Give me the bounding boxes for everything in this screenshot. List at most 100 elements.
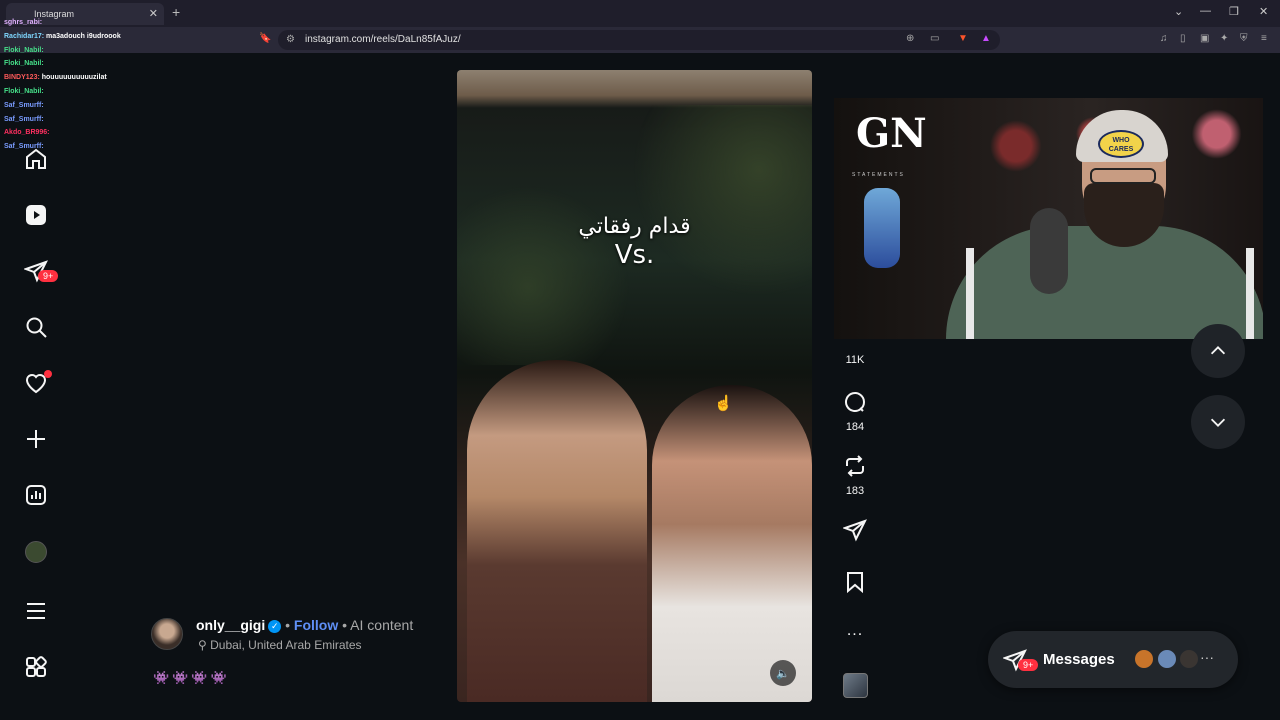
zoom-icon[interactable]: ⊕ [906,33,914,44]
mute-button[interactable]: 🔈 [770,660,796,686]
chat-line: Floki_Nabil: [4,57,144,71]
stream-chat-overlay: sghrs_rabi: Rachidar17: ma3adouch i9udro… [4,16,144,154]
blue-figurine [864,188,900,268]
chat-username: sghrs_rabi: [4,19,43,26]
separator: • [338,617,351,633]
video-person-right [652,385,812,702]
share-icon [842,519,867,542]
author-line: only__gigi ✓ • Follow • AI content [196,617,413,633]
gn-logo-subtitle: STATEMENTS [852,172,905,178]
like-count: 11K [845,354,865,366]
tab-close-icon[interactable]: ✕ [149,7,158,20]
messages-badge: 9+ [38,270,59,282]
video-caption-vs: Vs. [614,240,655,270]
chat-username: Saf_Smurff: [4,115,44,123]
url-field[interactable]: ⚙ instagram.com/reels/DaLn85fAJuz/ ⊕ ▭ ▼… [278,30,1000,50]
search-icon[interactable] [22,313,50,341]
author-name[interactable]: only__gigi [196,617,265,633]
messages-more-icon[interactable]: ··· [1200,649,1214,665]
next-reel-button[interactable] [1191,395,1245,449]
tab-list-chevron-icon[interactable]: ⌄ [1174,5,1183,18]
location-pin-icon: ⚲ [198,638,211,652]
media-icon[interactable]: ♫ [1160,33,1168,44]
author-avatar[interactable] [151,618,183,650]
microphone [1030,208,1068,294]
previous-reel-button[interactable] [1191,324,1245,378]
streamer-webcam-overlay: GN STATEMENTS WHO CARES [834,98,1263,339]
chat-message: ma3adouch i9udroook [46,32,121,40]
chat-username: Akdo_BR996: [4,129,50,137]
reels-icon[interactable] [22,201,50,229]
more-options-icon[interactable]: ... [838,622,872,640]
streamer-hoodie [946,226,1263,339]
chat-username: Rachidar17: [4,32,45,40]
chat-line: Rachidar17: ma3adouch i9udroook [4,30,144,44]
comment-action[interactable]: 184 [838,390,872,433]
cap-patch: WHO CARES [1098,130,1144,158]
new-tab-button[interactable]: + [172,4,180,20]
hoodie-stripe [966,248,974,339]
streamer-glasses [1090,168,1156,184]
chat-username: Floki_Nabil: [4,60,44,68]
share-action[interactable] [838,518,872,547]
location[interactable]: ⚲ Dubai, United Arab Emirates [198,638,362,652]
messages-label: Messages [1043,651,1115,668]
more-menu-icon[interactable] [22,597,50,625]
repost-count: 183 [845,485,865,497]
also-from-meta-icon[interactable] [22,653,50,681]
reel-video[interactable]: قدام رفقاتي Vs. 🔈 [457,70,812,702]
browser-address-bar: 🔖 ⚙ instagram.com/reels/DaLn85fAJuz/ ⊕ ▭… [0,27,1280,53]
mouse-cursor-icon: ☝ [714,395,733,412]
chat-line: Saf_Smurff: [4,99,144,113]
site-info-icon[interactable]: ⚙ [286,34,295,45]
video-person-left [467,360,647,702]
chat-message: houuuuuuuuuuzilat [41,74,107,82]
close-window-icon[interactable]: ✕ [1259,5,1268,18]
chat-username: BINDY123: [4,74,40,82]
ai-content-label[interactable]: AI content [350,617,413,633]
create-icon[interactable] [22,425,50,453]
chat-line: Saf_Smurff: [4,113,144,127]
message-avatar [1156,648,1178,670]
notification-dot [44,370,52,378]
brave-rewards-icon[interactable]: ▲ [981,33,991,44]
chat-line: Floki_Nabil: [4,85,144,99]
wallet-icon[interactable]: ▣ [1200,33,1209,44]
maximize-icon[interactable]: ❐ [1229,5,1239,18]
dashboard-icon[interactable] [22,481,50,509]
reel-caption-emojis: 👾👾👾👾 [153,670,230,685]
chat-line: BINDY123: houuuuuuuuuuzilat [4,71,144,85]
cast-icon[interactable]: ▭ [930,33,939,44]
hoodie-stripe [1246,248,1254,339]
streamer: WHO CARES [946,110,1263,339]
repost-action[interactable]: 183 [838,454,872,497]
speaker-icon: 🔈 [776,667,790,680]
vpn-icon[interactable]: ⛨ [1240,33,1248,44]
message-avatar [1133,648,1155,670]
gn-logo: GN [856,110,927,157]
menu-icon[interactable]: ≡ [1261,33,1267,44]
chat-line: Floki_Nabil: [4,44,144,58]
bookmark-icon[interactable]: 🔖 [259,33,271,44]
sidebar-icon[interactable]: ▯ [1180,33,1186,44]
chat-line: Akdo_BR996: [4,126,144,140]
messages-pill-badge: 9+ [1018,659,1039,671]
audio-thumbnail[interactable] [843,673,868,698]
brave-shields-icon[interactable]: ▼ [958,33,968,44]
chevron-down-icon [1210,418,1226,427]
video-caption-arabic: قدام رفقاتي [578,214,691,239]
leo-ai-icon[interactable]: ✦ [1220,33,1228,44]
message-avatar [1178,648,1200,670]
chat-username: Floki_Nabil: [4,46,44,54]
separator: • [281,617,294,633]
minimize-icon[interactable]: — [1200,5,1211,17]
follow-button[interactable]: Follow [294,617,338,633]
like-action[interactable]: 11K [838,352,872,366]
comment-icon [845,392,866,413]
save-action[interactable] [838,570,872,599]
messages-pill[interactable]: 9+ Messages ··· [988,631,1238,688]
url-text: instagram.com/reels/DaLn85fAJuz/ [305,34,461,45]
verified-badge-icon: ✓ [268,620,282,633]
profile-avatar[interactable] [25,541,47,563]
home-icon[interactable] [22,145,50,173]
